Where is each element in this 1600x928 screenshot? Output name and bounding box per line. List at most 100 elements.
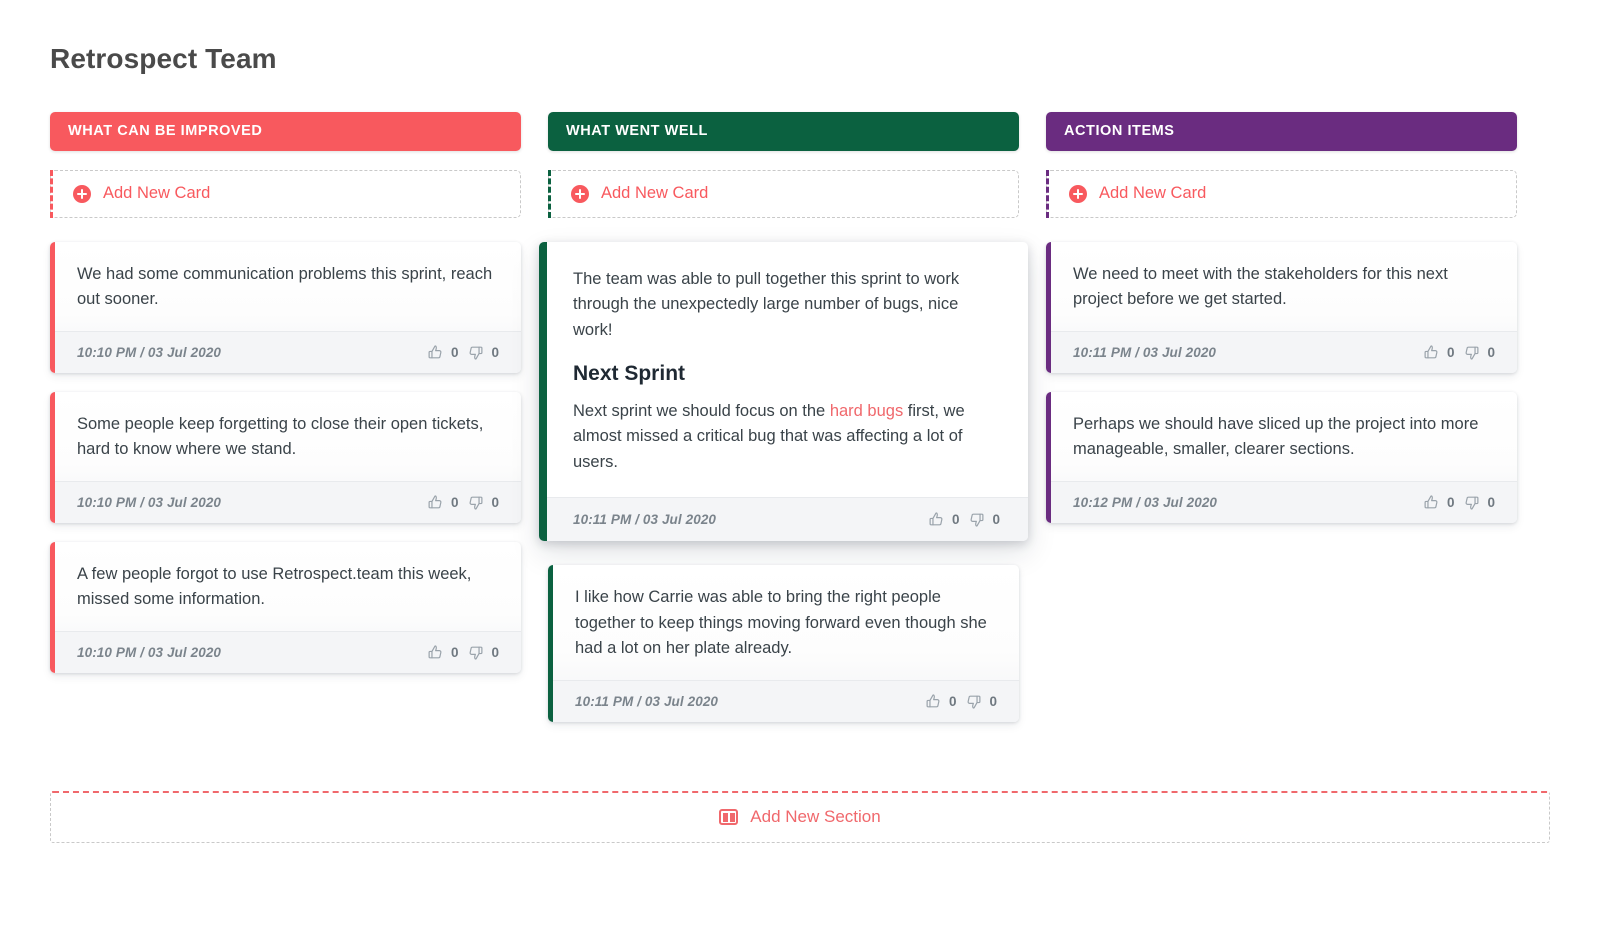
thumbs-down-icon[interactable] xyxy=(467,344,484,361)
card-body: We had some communication problems this … xyxy=(50,242,521,331)
downvote-control[interactable]: 0 xyxy=(1463,494,1495,511)
plus-circle-icon xyxy=(1069,184,1087,203)
board-column-action-items: ACTION ITEMS Add New Card We need to meet … xyxy=(1046,111,1517,542)
card-footer: 10:12 PM / 03 Jul 2020 0 0 xyxy=(1046,480,1517,523)
card-timestamp: 10:12 PM / 03 Jul 2020 xyxy=(1073,494,1218,510)
page-title: Retrospect Team xyxy=(50,43,277,74)
columns-icon xyxy=(719,809,739,826)
add-new-card-what-can-be-improved[interactable]: Add New Card xyxy=(50,169,521,218)
thumbs-up-icon[interactable] xyxy=(928,511,945,528)
upvote-count: 0 xyxy=(450,494,459,510)
card-secondary-text: Next sprint we should focus on the hard … xyxy=(573,399,1000,476)
add-new-card-label: Add New Card xyxy=(601,184,709,203)
column-header-action-items: ACTION ITEMS xyxy=(1046,111,1517,151)
card-body: A few people forgot to use Retrospect.te… xyxy=(50,542,521,631)
card-timestamp: 10:11 PM / 03 Jul 2020 xyxy=(575,693,719,709)
thumbs-up-icon[interactable] xyxy=(925,693,942,710)
thumbs-down-icon[interactable] xyxy=(467,494,484,511)
upvote-control[interactable]: 0 xyxy=(925,693,957,710)
add-new-card-action-items[interactable]: Add New Card xyxy=(1046,169,1517,218)
card-accent-bar xyxy=(50,241,55,373)
card-timestamp: 10:10 PM / 03 Jul 2020 xyxy=(77,644,222,660)
downvote-control[interactable]: 0 xyxy=(968,511,1000,528)
upvote-control[interactable]: 0 xyxy=(1423,344,1455,361)
add-new-card-button[interactable]: Add New Card xyxy=(548,169,1019,218)
retro-card[interactable]: The team was able to pull together this … xyxy=(539,241,1028,542)
thumbs-down-icon[interactable] xyxy=(968,511,985,528)
column-header-label: ACTION ITEMS xyxy=(1064,123,1175,140)
upvote-control[interactable]: 0 xyxy=(427,644,459,661)
card-footer: 10:11 PM / 03 Jul 2020 0 0 xyxy=(548,679,1019,722)
card-votes: 00 xyxy=(928,511,1000,528)
upvote-control[interactable]: 0 xyxy=(1423,494,1454,511)
upvote-count: 0 xyxy=(951,512,960,528)
thumbs-up-icon[interactable] xyxy=(427,644,444,661)
card-votes: 00 xyxy=(925,693,997,710)
card-body: The team was able to pull together this … xyxy=(539,242,1028,498)
plus-circle-icon xyxy=(73,184,91,203)
thumbs-down-icon[interactable] xyxy=(1463,344,1480,361)
downvote-count: 0 xyxy=(989,693,997,709)
column-header-what-can-be-improved: WHAT CAN BE IMPROVED xyxy=(50,111,521,151)
retro-card[interactable]: I like how Carrie was able to bring the … xyxy=(548,565,1019,722)
card-secondary-text-before: Next sprint we should focus on the xyxy=(573,401,830,420)
board-columns: WHAT CAN BE IMPROVED Add New Card We had s… xyxy=(50,111,1550,741)
add-new-card-button[interactable]: Add New Card xyxy=(50,169,521,218)
card-text: I like how Carrie was able to bring the … xyxy=(575,588,987,658)
card-footer: 10:10 PM / 03 Jul 2020 0 0 xyxy=(50,630,521,673)
downvote-control[interactable]: 0 xyxy=(467,344,499,361)
add-new-card-what-went-well[interactable]: Add New Card xyxy=(548,169,1019,218)
thumbs-down-icon[interactable] xyxy=(965,693,982,710)
card-text: A few people forgot to use Retrospect.te… xyxy=(77,564,472,609)
thumbs-up-icon[interactable] xyxy=(427,344,444,361)
upvote-control[interactable]: 0 xyxy=(427,494,459,511)
downvote-count: 0 xyxy=(491,644,499,660)
downvote-control[interactable]: 0 xyxy=(1463,344,1495,361)
add-new-section-button[interactable]: Add New Section xyxy=(50,790,1550,843)
upvote-control[interactable]: 0 xyxy=(928,511,960,528)
card-timestamp: 10:11 PM / 03 Jul 2020 xyxy=(573,512,717,528)
card-accent-bar xyxy=(50,541,55,673)
retro-card[interactable]: Some people keep forgetting to close the… xyxy=(50,391,521,523)
upvote-count: 0 xyxy=(1446,344,1455,360)
card-accent-bar xyxy=(548,565,553,722)
thumbs-up-icon[interactable] xyxy=(1423,344,1440,361)
card-footer: 10:11 PM / 03 Jul 2020 0 0 xyxy=(1046,330,1517,373)
add-new-section-label: Add New Section xyxy=(750,807,881,827)
card-text: We need to meet with the stakeholders fo… xyxy=(1073,264,1448,309)
add-new-card-label: Add New Card xyxy=(1099,184,1207,203)
downvote-count: 0 xyxy=(1487,344,1495,360)
card-body: Perhaps we should have sliced up the pro… xyxy=(1046,392,1517,481)
downvote-count: 0 xyxy=(1487,494,1495,510)
downvote-count: 0 xyxy=(992,512,1000,528)
card-inline-link[interactable]: hard bugs xyxy=(830,402,903,420)
add-new-card-button[interactable]: Add New Card xyxy=(1046,169,1517,218)
retro-card[interactable]: Perhaps we should have sliced up the pro… xyxy=(1046,391,1517,523)
thumbs-up-icon[interactable] xyxy=(1423,494,1440,511)
card-votes: 00 xyxy=(427,344,499,361)
card-accent-bar xyxy=(50,391,55,523)
retro-card[interactable]: We had some communication problems this … xyxy=(50,241,521,373)
card-footer: 10:10 PM / 03 Jul 2020 0 0 xyxy=(50,480,521,523)
retro-card[interactable]: A few people forgot to use Retrospect.te… xyxy=(50,541,521,673)
thumbs-down-icon[interactable] xyxy=(467,644,484,661)
card-heading: Next Sprint xyxy=(573,362,686,386)
thumbs-down-icon[interactable] xyxy=(1463,494,1480,511)
board-column-what-went-well: WHAT WENT WELL Add New Card The team was a… xyxy=(539,111,1028,741)
card-text: Perhaps we should have sliced up the pro… xyxy=(1073,414,1479,459)
downvote-control[interactable]: 0 xyxy=(467,494,499,511)
downvote-control[interactable]: 0 xyxy=(467,644,499,661)
card-text: Some people keep forgetting to close the… xyxy=(77,414,484,459)
retro-card[interactable]: We need to meet with the stakeholders fo… xyxy=(1046,241,1517,373)
card-text: We had some communication problems this … xyxy=(77,264,493,309)
upvote-count: 0 xyxy=(948,693,957,709)
plus-circle-icon xyxy=(571,184,589,203)
card-votes: 00 xyxy=(427,494,499,511)
downvote-control[interactable]: 0 xyxy=(965,693,997,710)
upvote-control[interactable]: 0 xyxy=(427,344,458,361)
card-timestamp: 10:10 PM / 03 Jul 2020 xyxy=(77,344,222,360)
card-timestamp: 10:11 PM / 03 Jul 2020 xyxy=(1073,344,1217,360)
upvote-count: 0 xyxy=(450,644,459,660)
card-votes: 00 xyxy=(1423,344,1495,361)
thumbs-up-icon[interactable] xyxy=(427,494,444,511)
